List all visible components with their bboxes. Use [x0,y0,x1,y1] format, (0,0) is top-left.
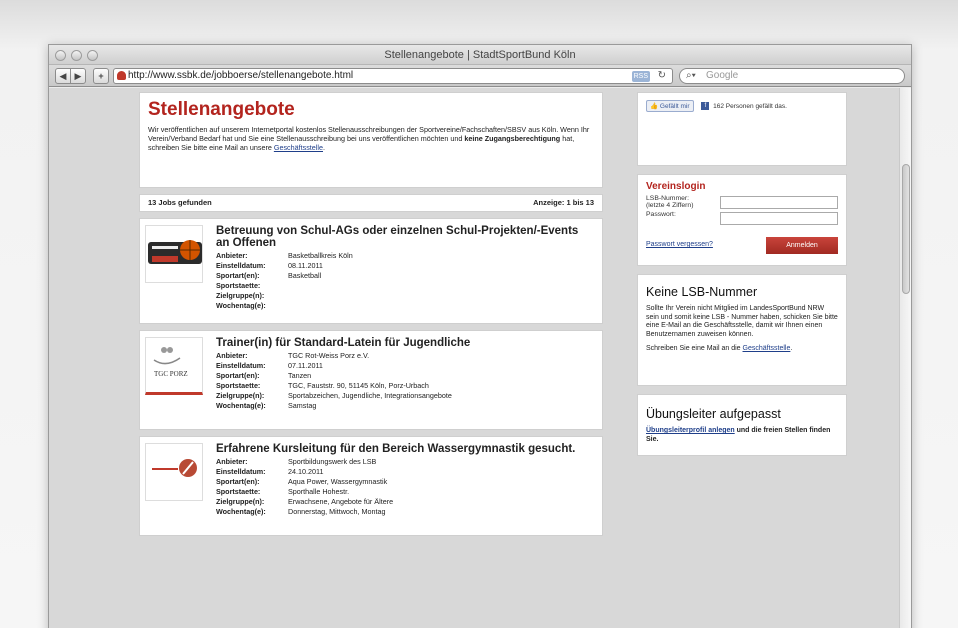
job-title[interactable]: Trainer(in) für Standard-Latein für Juge… [216,337,594,349]
add-bookmark-button[interactable]: + [93,68,109,84]
uebungsleiter-panel: Übungsleiter aufgepasst Übungsleiterprof… [637,394,847,456]
plus-icon: + [98,71,104,81]
job-field-staette: Sportstaette: Sporthalle Hohestr. [216,487,350,496]
job-listing[interactable]: Erfahrene Kursleitung für den Bereich Wa… [139,436,603,536]
job-field-anbieter: Anbieter: Basketballkreis Köln [216,251,353,260]
scrollbar-thumb[interactable] [902,164,910,294]
job-field-staette: Sportstaette: [216,281,261,290]
intro-panel: Stellenangebote Wir veröffentlichen auf … [139,92,603,188]
job-field-sportart: Sportart(en): Aqua Power, Wassergymnastik [216,477,388,486]
reload-icon[interactable]: ↻ [658,69,666,83]
back-button[interactable]: ◀ [55,68,71,84]
like-button[interactable]: 👍 Gefällt mir [646,100,694,112]
search-placeholder: Google [706,70,739,81]
facebook-panel: 👍 Gefällt mir f 162 Personen gefällt das… [637,92,847,166]
page-viewport: Stellenangebote Wir veröffentlichen auf … [49,88,901,628]
zoom-window-button[interactable] [87,50,98,61]
no-lsb-mail-text: Schreiben Sie eine Mail an die Geschäfts… [646,345,793,352]
forward-button[interactable]: ▶ [70,68,86,84]
lsb-number-label: LSB-Nummer: (letzte 4 Ziffern) [646,195,694,209]
job-field-datum: Einstelldatum: 07.11.2011 [216,361,323,370]
forward-arrow-icon: ▶ [74,71,82,81]
password-input[interactable] [720,212,838,225]
page-title: Stellenangebote [148,99,295,120]
job-field-anbieter: Anbieter: Sportbildungswerk des LSB [216,457,377,466]
uebungsleiter-profile-link[interactable]: Übungsleiterprofil anlegen [646,427,735,434]
search-icon: ⌕▾ [686,70,696,81]
geschaeftsstelle-link[interactable]: Geschäftsstelle [743,345,791,352]
job-field-wochentag: Wochentag(e): Donnerstag, Mittwoch, Monta… [216,507,386,516]
browser-window: Stellenangebote | StadtSportBund Köln ◀ … [48,44,912,628]
browser-toolbar: ◀ ▶ + http://www.ssbk.de/jobboerse/stell… [49,65,911,87]
basketball-logo-graphic [148,240,202,264]
forgot-password-link[interactable]: Passwort vergessen? [646,241,713,248]
uebungsleiter-text: Übungsleiterprofil anlegen und die freie… [646,427,831,443]
job-field-wochentag: Wochentag(e): [216,301,266,310]
no-lsb-title: Keine LSB-Nummer [646,285,758,299]
tgc-porz-logo-graphic: TGC PORZ [153,347,188,378]
lsb-number-input[interactable] [720,196,838,209]
login-title: Vereinslogin [646,181,706,192]
login-button[interactable]: Anmelden [766,237,838,254]
intro-text: Wir veröffentlichen auf unserem Internet… [148,125,590,152]
job-field-staette: Sportstaette: TGC, Fauststr. 90, 51145 Kö… [216,381,429,390]
password-row: Passwort: [646,211,838,227]
job-field-sportart: Sportart(en): Basketball [216,271,322,280]
job-field-datum: Einstelldatum: 24.10.2011 [216,467,324,476]
tgc-porz-logo: TGC PORZ [145,337,203,395]
job-field-anbieter: Anbieter: TGC Rot-Weiss Porz e.V. [216,351,370,360]
login-panel: Vereinslogin LSB-Nummer: (letzte 4 Ziffer… [637,174,847,266]
no-lsb-panel: Keine LSB-Nummer Sollte Ihr Verein nicht… [637,274,847,386]
job-listing[interactable]: TGC PORZ Trainer(in) für Standard-Latein… [139,330,603,430]
lsb-number-row: LSB-Nummer: (letzte 4 Ziffern) [646,195,838,211]
url-text: http://www.ssbk.de/jobboerse/stellenange… [128,70,354,81]
tgc-logo-text: TGC PORZ [154,370,188,378]
rss-icon[interactable]: RSS [631,71,650,82]
results-count: 13 Jobs gefunden [148,198,212,207]
job-field-datum: Einstelldatum: 08.11.2011 [216,261,323,270]
job-title[interactable]: Betreuung von Schul-AGs oder einzelnen S… [216,225,594,249]
basketball-logo [145,225,203,283]
job-listing[interactable]: Betreuung von Schul-AGs oder einzelnen S… [139,218,603,324]
job-field-zielgruppe: Zielgruppe(n): Sportabzeichen, Jugendlich… [216,391,452,400]
job-field-wochentag: Wochentag(e): Samstag [216,401,317,410]
job-title[interactable]: Erfahrene Kursleitung für den Bereich Wa… [216,443,594,455]
results-bar: 13 Jobs gefunden Anzeige: 1 bis 13 [139,194,603,212]
sportbildungswerk-logo [145,443,203,501]
title-bar: Stellenangebote | StadtSportBund Köln [49,45,911,65]
sportbildungswerk-logo-graphic [152,459,197,477]
uebungsleiter-title: Übungsleiter aufgepasst [646,407,781,421]
job-field-sportart: Sportart(en): Tanzen [216,371,312,380]
password-label: Passwort: [646,211,676,218]
search-field[interactable]: ⌕▾ Google [679,68,905,84]
job-field-zielgruppe: Zielgruppe(n): Erwachsene, Angebote für Ä… [216,497,394,506]
no-lsb-text: Sollte Ihr Verein nicht Mitglied im Land… [646,305,838,338]
like-count: 162 Personen gefällt das. [713,103,787,110]
back-arrow-icon: ◀ [59,71,67,81]
site-favicon-icon [117,71,126,80]
window-controls [55,50,98,61]
address-bar[interactable]: http://www.ssbk.de/jobboerse/stellenange… [113,68,673,84]
vertical-scrollbar[interactable] [899,88,911,628]
close-window-button[interactable] [55,50,66,61]
window-title: Stellenangebote | StadtSportBund Köln [384,49,576,61]
job-field-zielgruppe: Zielgruppe(n): [216,291,265,300]
results-range: Anzeige: 1 bis 13 [533,198,594,207]
thumbs-up-icon: 👍 [650,103,659,110]
geschaeftsstelle-link[interactable]: Geschäftsstelle [274,143,323,152]
minimize-window-button[interactable] [71,50,82,61]
facebook-icon: f [701,102,710,111]
